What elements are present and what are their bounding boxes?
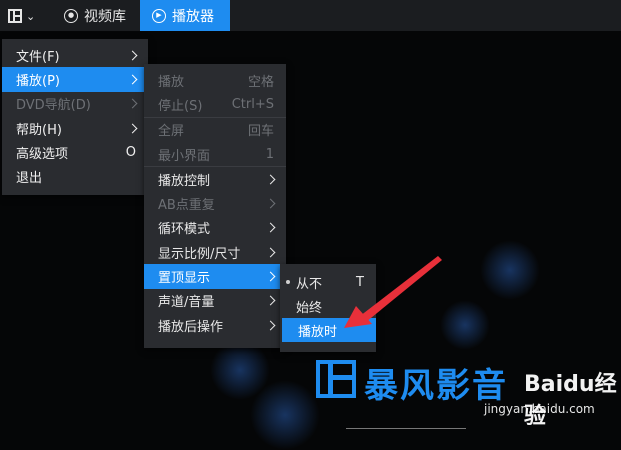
menu-item-label: 退出 (16, 171, 43, 187)
tab-player[interactable]: ▶ 播放器 (140, 0, 230, 31)
menu-item-label: 全屏 (158, 124, 185, 140)
menu-item-shortcut: 空格 (247, 74, 274, 90)
menu-item-play[interactable]: 播放(P) (2, 67, 148, 92)
menu-item-label: 最小界面 (158, 148, 211, 164)
menu-item-shortcut: O (125, 144, 136, 160)
menu-item-help[interactable]: 帮助(H) (2, 116, 148, 140)
menu-item-fullscreen[interactable]: 全屏 回车 (144, 118, 286, 142)
watermark-url: jingyan.baidu.com (484, 402, 595, 416)
menu-item-aspect-ratio[interactable]: 显示比例/尺寸 (144, 240, 286, 264)
annotation-arrow-icon (344, 256, 442, 328)
menu-item-label: 高级选项 (16, 146, 69, 162)
menu-item-playback-control[interactable]: 播放控制 (144, 167, 286, 191)
baofeng-logo-icon (316, 360, 356, 398)
brand-watermark-area: 暴风影音 Baidu经验 jingyan.baidu.com (314, 356, 621, 433)
menu-item-play-pause[interactable]: 播放 空格 (144, 68, 286, 92)
menu-item-shortcut: Ctrl+S (231, 96, 274, 112)
menu-item-exit[interactable]: 退出 (2, 164, 148, 188)
menu-item-audio-volume[interactable]: 声道/音量 (144, 289, 286, 313)
menu-grid-icon (8, 9, 22, 23)
menu-item-dvd-navigation[interactable]: DVD导航(D) (2, 92, 148, 116)
menu-item-file[interactable]: 文件(F) (2, 43, 148, 67)
tab-library[interactable]: ● 视频库 (52, 0, 140, 31)
menu-item-advanced-options[interactable]: 高级选项 O (2, 140, 148, 164)
menu-item-label: 停止(S) (158, 98, 203, 114)
background-bokeh (480, 240, 540, 300)
menu-item-shortcut: 1 (265, 146, 274, 162)
play-submenu: 播放 空格 停止(S) Ctrl+S 全屏 回车 最小界面 1 播放控制 AB点… (144, 64, 286, 348)
menu-item-label: 播放 (158, 74, 185, 90)
brand-logo-text: 暴风影音 (364, 366, 508, 406)
background-bokeh (440, 300, 490, 350)
menu-item-shortcut: 回车 (247, 124, 274, 140)
top-bar: ⌄ ● 视频库 ▶ 播放器 (0, 0, 621, 31)
play-circle-icon: ▶ (152, 8, 166, 23)
tab-library-label: 视频库 (84, 8, 126, 25)
main-menu-button[interactable]: ⌄ (4, 4, 44, 28)
background-bokeh (250, 380, 320, 450)
menu-item-after-playback[interactable]: 播放后操作 (144, 313, 286, 337)
film-reel-icon: ● (64, 8, 78, 23)
menu-item-stop[interactable]: 停止(S) Ctrl+S (144, 92, 286, 116)
menu-item-loop-mode[interactable]: 循环模式 (144, 216, 286, 240)
radio-dot-icon (286, 280, 290, 284)
watermark-brand: Baidu经验 (524, 372, 617, 429)
menu-item-mini-mode[interactable]: 最小界面 1 (144, 142, 286, 166)
menu-item-always-on-top[interactable]: 置顶显示 (144, 264, 286, 289)
chevron-down-icon: ⌄ (26, 9, 36, 23)
menu-item-ab-repeat[interactable]: AB点重复 (144, 191, 286, 215)
tab-player-label: 播放器 (172, 8, 214, 25)
main-menu: 文件(F) 播放(P) DVD导航(D) 帮助(H) 高级选项 O 退出 (2, 39, 148, 195)
bottom-divider (346, 428, 466, 434)
